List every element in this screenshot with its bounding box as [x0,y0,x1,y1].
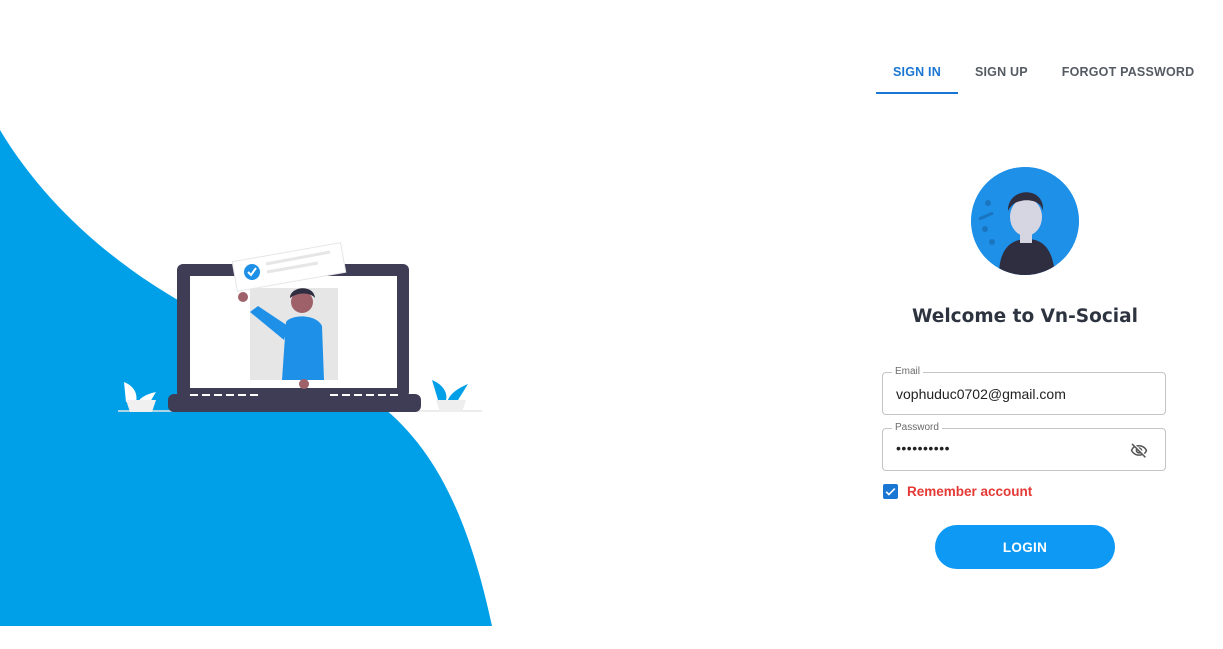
welcome-title: Welcome to Vn-Social [912,306,1138,327]
login-button[interactable]: LOGIN [935,525,1115,569]
tab-sign-up[interactable]: SIGN UP [958,52,1045,94]
eye-off-icon[interactable] [1130,442,1148,460]
plant-right [432,380,468,412]
email-input[interactable]: vophuduc0702@gmail.com [896,386,1066,402]
hero-illustration [0,0,600,649]
email-field[interactable]: Email vophuduc0702@gmail.com [882,366,1166,415]
password-label: Password [892,422,942,434]
auth-tabs: SIGN IN SIGN UP FORGOT PASSWORD [876,52,1211,94]
password-field[interactable]: Password •••••••••• [882,422,1166,471]
password-input[interactable]: •••••••••• [896,440,950,456]
remember-checkbox[interactable] [883,484,898,499]
avatar [971,167,1079,275]
login-page: SIGN IN SIGN UP FORGOT PASSWORD Welcome … [0,0,1223,649]
email-label: Email [892,366,924,378]
tab-forgot-password[interactable]: FORGOT PASSWORD [1045,52,1212,94]
tab-sign-in[interactable]: SIGN IN [876,52,958,94]
user-avatar-icon [971,167,1079,275]
checkmark-icon [885,487,896,496]
remember-label[interactable]: Remember account [907,484,1032,499]
remember-account: Remember account [883,484,1032,499]
